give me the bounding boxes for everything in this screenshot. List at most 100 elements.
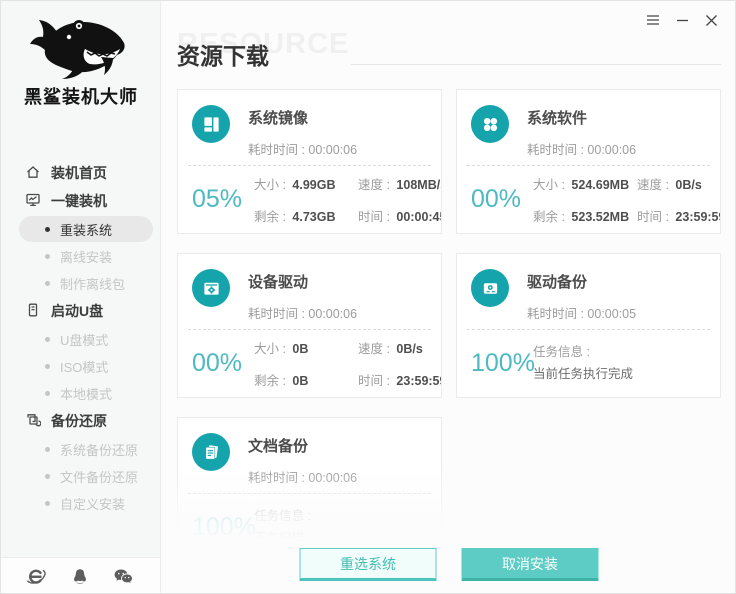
sidebar-item-label: 制作离线包 (60, 276, 126, 292)
progress-percent: 05% (192, 184, 243, 213)
task-label: 任务信息 : (254, 508, 311, 523)
menu-icon[interactable] (645, 12, 661, 28)
sidebar-item-offline-install[interactable]: 离线安装 (19, 243, 153, 269)
sidebar-item-make-offline-package[interactable]: 制作离线包 (19, 270, 153, 296)
bullet-icon (45, 280, 50, 286)
sidebar-item-label: 离线安装 (60, 249, 113, 265)
card-system-software: 系统软件 耗时时间 : 00:00:06 00% 大小 : 524.69MB 速… (456, 89, 721, 234)
card-title: 驱动备份 (527, 274, 588, 291)
stat-value: 108MB/s (396, 177, 441, 192)
stat-value: 4.73GB (292, 209, 336, 224)
stat-label: 剩余 : (254, 209, 290, 224)
app-name: 黑鲨装机大师 (24, 87, 138, 107)
main-content: RESOURCE 资源下载 系统镜像 耗时时间 : 00:00:06 05% 大… (161, 1, 735, 593)
wechat-icon[interactable] (112, 566, 136, 588)
card-device-driver: 设备驱动 耗时时间 : 00:00:06 00% 大小 : 0B 速度 : 0B… (177, 253, 442, 398)
card-title: 系统镜像 (248, 110, 309, 127)
sidebar-item-custom-install[interactable]: 自定义安装 (19, 490, 153, 516)
sidebar-item-local-mode[interactable]: 本地模式 (19, 380, 153, 406)
stat-value: 0B (292, 341, 309, 356)
bullet-icon (45, 336, 50, 342)
sidebar-item-install-home[interactable]: 装机首页 (1, 159, 161, 187)
bullet-icon (45, 226, 50, 232)
app-logo: 黑鲨装机大师 (1, 13, 161, 109)
elapsed-label: 耗时时间 : (248, 143, 309, 157)
device-driver-icon (192, 269, 230, 307)
elapsed-value: 00:00:06 (308, 143, 358, 157)
card-system-image: 系统镜像 耗时时间 : 00:00:06 05% 大小 : 4.99GB 速度 … (177, 89, 442, 234)
usb-drive-icon (25, 302, 41, 321)
title-divider (351, 64, 721, 65)
app-window: 黑鲨装机大师 装机首页 一键装机 重装系统 离线安装 制作离线包 启动U盘 U盘… (0, 0, 736, 594)
progress-percent: 00% (471, 184, 522, 213)
elapsed-label: 耗时时间 : (527, 143, 588, 157)
reselect-system-button[interactable]: 重选系统 (299, 548, 437, 581)
sidebar-item-label: 重装系统 (60, 222, 113, 238)
card-document-backup: 文档备份 耗时时间 : 00:00:06 100% 任务信息 : 正在扫描 (177, 417, 442, 538)
card-title: 系统软件 (527, 110, 588, 127)
download-cards: 系统镜像 耗时时间 : 00:00:06 05% 大小 : 4.99GB 速度 … (177, 89, 721, 538)
stat-label: 大小 : (254, 341, 290, 356)
stat-label: 大小 : (254, 177, 290, 192)
sidebar-item-label: 文件备份还原 (60, 469, 139, 485)
stat-label: 时间 : (637, 209, 673, 224)
bullet-icon (45, 473, 50, 479)
stat-value: 0B/s (396, 341, 423, 356)
sidebar-item-reinstall-system[interactable]: 重装系统 (19, 216, 153, 242)
bullet-icon (45, 363, 50, 369)
task-value: 当前任务执行完成 (533, 367, 634, 381)
sidebar-footer (1, 557, 160, 593)
bullet-icon (45, 500, 50, 506)
progress-percent: 00% (192, 348, 243, 377)
sidebar-item-label: 本地模式 (60, 386, 113, 402)
stat-label: 时间 : (358, 209, 394, 224)
qq-icon[interactable] (70, 566, 90, 588)
task-label: 任务信息 : (533, 344, 590, 359)
bullet-icon (45, 446, 50, 452)
elapsed-value: 00:00:05 (587, 307, 637, 321)
elapsed-value: 00:00:06 (308, 471, 358, 485)
card-title: 文档备份 (248, 438, 309, 455)
card-driver-backup: 驱动备份 耗时时间 : 00:00:05 100% 任务信息 : 当前任务执行完… (456, 253, 721, 398)
progress-percent: 100% (192, 512, 256, 538)
sidebar-item-usb-mode[interactable]: U盘模式 (19, 326, 153, 352)
home-icon (25, 164, 41, 183)
sidebar-item-label: 装机首页 (51, 165, 107, 181)
sidebar-item-backup-restore[interactable]: 备份还原 (1, 407, 161, 435)
elapsed-value: 00:00:06 (587, 143, 637, 157)
sidebar-item-label: 自定义安装 (60, 496, 126, 512)
stat-label: 时间 : (358, 373, 394, 388)
sidebar-menu: 装机首页 一键装机 重装系统 离线安装 制作离线包 启动U盘 U盘模式 ISO模… (1, 159, 161, 517)
bullet-icon (45, 253, 50, 259)
cancel-install-button[interactable]: 取消安装 (461, 548, 599, 581)
stat-value: 523.52MB (571, 209, 630, 224)
progress-percent: 100% (471, 348, 535, 377)
system-image-icon (192, 105, 230, 143)
stat-value: 00:00:45 (396, 209, 442, 224)
close-icon[interactable] (703, 12, 719, 28)
sidebar-item-label: U盘模式 (60, 332, 109, 348)
stat-value: 23:59:59 (675, 209, 721, 224)
sidebar-item-boot-usb[interactable]: 启动U盘 (1, 297, 161, 325)
sidebar-item-file-backup-restore[interactable]: 文件备份还原 (19, 463, 153, 489)
sidebar: 黑鲨装机大师 装机首页 一键装机 重装系统 离线安装 制作离线包 启动U盘 U盘… (1, 1, 161, 593)
backup-restore-icon (25, 412, 42, 431)
stat-value: 524.69MB (571, 177, 630, 192)
window-controls (645, 12, 719, 28)
sidebar-item-label: ISO模式 (60, 359, 109, 375)
ie-browser-icon[interactable] (25, 566, 47, 588)
sidebar-item-label: 备份还原 (51, 413, 107, 429)
minimize-icon[interactable] (674, 12, 690, 28)
card-title: 设备驱动 (248, 274, 309, 291)
stat-value: 23:59:59 (396, 373, 442, 388)
sidebar-item-onekey-install[interactable]: 一键装机 (1, 187, 161, 215)
stat-value: 4.99GB (292, 177, 336, 192)
document-backup-icon (192, 433, 230, 471)
bullet-icon (45, 390, 50, 396)
elapsed-value: 00:00:06 (308, 307, 358, 321)
stat-label: 大小 : (533, 177, 569, 192)
stat-value: 0B/s (675, 177, 702, 192)
sidebar-item-system-backup-restore[interactable]: 系统备份还原 (19, 436, 153, 462)
elapsed-label: 耗时时间 : (248, 307, 309, 321)
sidebar-item-iso-mode[interactable]: ISO模式 (19, 353, 153, 379)
